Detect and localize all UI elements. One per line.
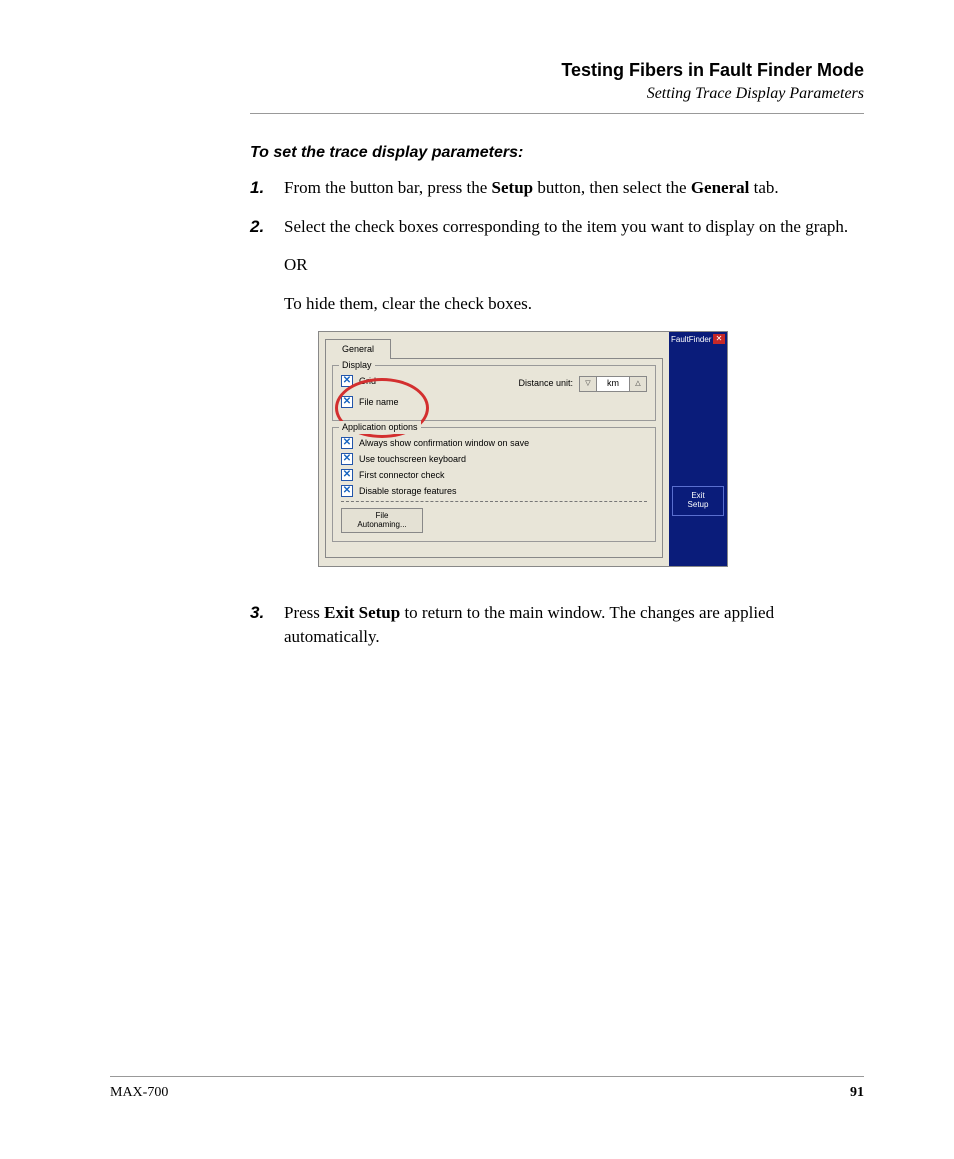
bold-text: Setup bbox=[492, 178, 534, 197]
bold-text: Exit Setup bbox=[324, 603, 400, 622]
file-autonaming-button[interactable]: File Autonaming... bbox=[341, 508, 423, 534]
checkbox-first-connector[interactable]: ✕ bbox=[341, 469, 353, 481]
checkbox-label: File name bbox=[359, 396, 399, 409]
settings-panel: General Display ✕ Grid bbox=[319, 332, 669, 566]
text: From the button bar, press the bbox=[284, 178, 492, 197]
embedded-screenshot: General Display ✕ Grid bbox=[318, 331, 728, 567]
page-number: 91 bbox=[850, 1085, 864, 1101]
text: OR bbox=[284, 253, 864, 278]
exit-setup-button[interactable]: Exit Setup bbox=[672, 486, 724, 516]
checkbox-label: Always show confirmation window on save bbox=[359, 437, 529, 450]
step-text: Press Exit Setup to return to the main w… bbox=[284, 601, 864, 650]
instructions-heading: To set the trace display parameters: bbox=[250, 144, 864, 162]
button-label: Setup bbox=[673, 501, 723, 510]
footer-divider bbox=[110, 1076, 864, 1077]
step-2: 2. Select the check boxes corresponding … bbox=[250, 215, 864, 587]
distance-unit-label: Distance unit: bbox=[518, 377, 573, 390]
app-title: FaultFinder bbox=[671, 334, 711, 346]
step-number: 1. bbox=[250, 176, 284, 201]
step-1: 1. From the button bar, press the Setup … bbox=[250, 176, 864, 201]
text: tab. bbox=[749, 178, 778, 197]
step-3: 3. Press Exit Setup to return to the mai… bbox=[250, 601, 864, 650]
checkbox-label: Grid bbox=[359, 375, 376, 388]
checkbox-label: Use touchscreen keyboard bbox=[359, 453, 466, 466]
tab-general[interactable]: General bbox=[325, 339, 391, 359]
step-number: 3. bbox=[250, 601, 284, 650]
step-number: 2. bbox=[250, 215, 284, 587]
checkbox-touch-keyboard[interactable]: ✕ bbox=[341, 453, 353, 465]
distance-unit-stepper[interactable]: ▽ km △ bbox=[579, 376, 647, 392]
checkbox-label: First connector check bbox=[359, 469, 445, 482]
steps-list: 1. From the button bar, press the Setup … bbox=[250, 176, 864, 650]
text: To hide them, clear the check boxes. bbox=[284, 292, 864, 317]
page-header-title: Testing Fibers in Fault Finder Mode bbox=[250, 60, 864, 81]
group-label: Display bbox=[339, 359, 375, 372]
tab-content: Display ✕ Grid ✕ bbox=[325, 358, 663, 558]
stepper-value: km bbox=[597, 377, 629, 391]
step-text: From the button bar, press the Setup but… bbox=[284, 176, 864, 201]
step-text: Select the check boxes corresponding to … bbox=[284, 215, 864, 587]
page-footer: MAX-700 91 bbox=[110, 1076, 864, 1101]
stepper-down-icon[interactable]: ▽ bbox=[580, 377, 597, 391]
close-icon[interactable]: ✕ bbox=[713, 334, 725, 344]
checkbox-confirm-save[interactable]: ✕ bbox=[341, 437, 353, 449]
application-options-group: Application options ✕ Always show confir… bbox=[332, 427, 656, 543]
header-divider bbox=[250, 113, 864, 114]
text: button, then select the bbox=[533, 178, 691, 197]
text: Select the check boxes corresponding to … bbox=[284, 215, 864, 240]
footer-model: MAX-700 bbox=[110, 1085, 168, 1101]
checkbox-filename[interactable]: ✕ bbox=[341, 396, 353, 408]
group-label: Application options bbox=[339, 421, 421, 434]
stepper-up-icon[interactable]: △ bbox=[629, 377, 646, 391]
text: Press bbox=[284, 603, 324, 622]
checkbox-grid[interactable]: ✕ bbox=[341, 375, 353, 387]
checkbox-disable-storage[interactable]: ✕ bbox=[341, 485, 353, 497]
display-group: Display ✕ Grid ✕ bbox=[332, 365, 656, 421]
page-header-subtitle: Setting Trace Display Parameters bbox=[250, 85, 864, 103]
checkbox-label: Disable storage features bbox=[359, 485, 457, 498]
sidebar: FaultFinder ✕ Exit Setup bbox=[669, 332, 727, 566]
bold-text: General bbox=[691, 178, 750, 197]
button-label: Autonaming... bbox=[342, 521, 422, 530]
